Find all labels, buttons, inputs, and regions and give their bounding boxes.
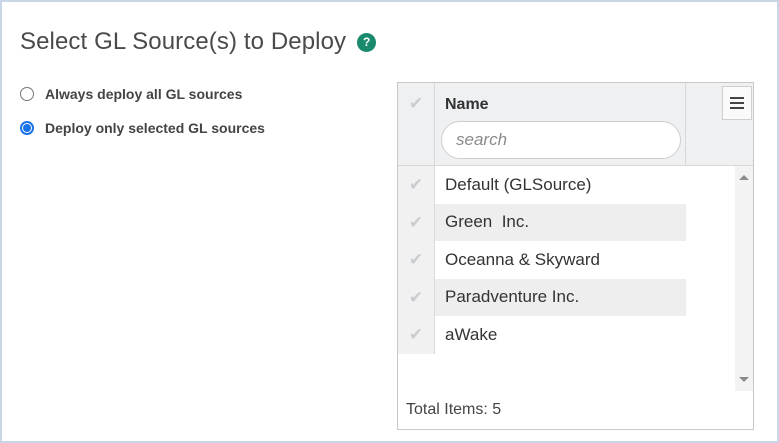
checkmark-icon: ✔ (408, 212, 424, 232)
table-row[interactable]: ✔ Default (GLSource) (398, 166, 686, 204)
table-row[interactable]: ✔ Green Inc. (398, 203, 686, 241)
radio-deploy-selected[interactable]: Deploy only selected GL sources (20, 120, 265, 136)
row-checkbox[interactable]: ✔ (398, 316, 435, 354)
radio-label-selected: Deploy only selected GL sources (45, 120, 265, 136)
radio-checked-icon[interactable] (20, 121, 34, 135)
row-name: Default (GLSource) (445, 174, 592, 194)
radio-always-deploy-all[interactable]: Always deploy all GL sources (20, 86, 242, 102)
checkmark-icon: ✔ (408, 175, 424, 195)
hamburger-menu-icon (730, 97, 744, 99)
row-name: Green Inc. (445, 212, 530, 232)
table-row[interactable]: ✔ aWake (398, 316, 686, 354)
grid-rows: ✔ Default (GLSource) ✔ Green Inc. ✔ Ocea… (398, 166, 688, 354)
column-header-name[interactable]: Name (445, 96, 489, 114)
deploy-panel: Select GL Source(s) to Deploy ? Always d… (0, 0, 779, 443)
header-divider (685, 83, 686, 165)
title-row: Select GL Source(s) to Deploy ? (20, 28, 377, 56)
checkmark-icon: ✔ (408, 250, 424, 270)
row-checkbox[interactable]: ✔ (398, 241, 435, 279)
row-name: Paradventure Inc. (445, 287, 580, 307)
checkmark-icon: ✔ (408, 325, 424, 345)
page-title: Select GL Source(s) to Deploy (20, 28, 347, 55)
total-items-count: Total Items: 5 (406, 401, 502, 418)
checkmark-icon: ✔ (408, 287, 424, 307)
row-name: Oceanna & Skyward (445, 249, 600, 269)
row-checkbox[interactable]: ✔ (398, 278, 435, 316)
search-input[interactable] (441, 121, 681, 159)
select-all-checkbox[interactable]: ✔ (398, 83, 435, 165)
row-checkbox[interactable]: ✔ (398, 166, 435, 204)
help-circle-icon[interactable]: ? (357, 32, 377, 52)
scroll-down-arrow-icon[interactable] (739, 377, 749, 382)
scroll-up-arrow-icon[interactable] (739, 175, 749, 180)
checkmark-icon: ✔ (408, 94, 424, 113)
row-name: aWake (445, 324, 498, 344)
row-checkbox[interactable]: ✔ (398, 203, 435, 241)
grid-header: ✔ Name (398, 83, 753, 166)
table-row[interactable]: ✔ Oceanna & Skyward (398, 241, 686, 279)
table-row[interactable]: ✔ Paradventure Inc. (398, 278, 686, 316)
radio-unchecked-icon[interactable] (20, 87, 34, 101)
grid-menu-button[interactable] (722, 86, 752, 120)
radio-label-all: Always deploy all GL sources (45, 86, 243, 102)
gl-source-grid: ✔ Name ✔ Default (GLSource) ✔ Green Inc.… (397, 82, 754, 430)
vertical-scrollbar[interactable] (735, 166, 753, 391)
